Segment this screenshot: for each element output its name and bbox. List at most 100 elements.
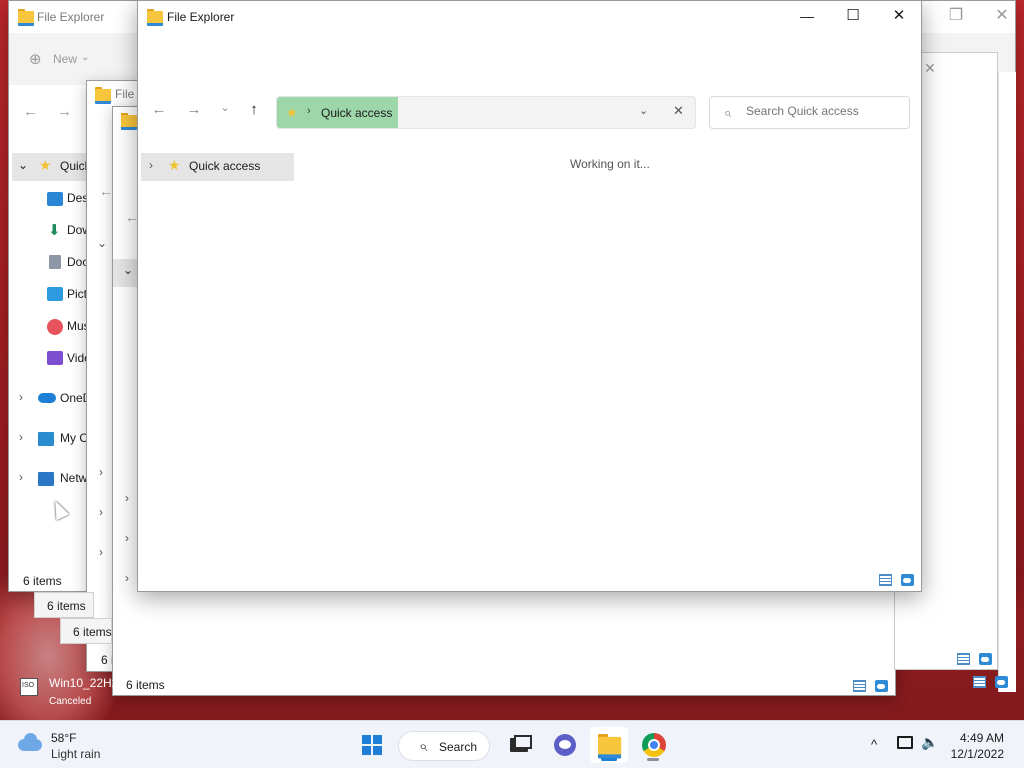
running-indicator	[647, 758, 659, 761]
address-dropdown-button[interactable]: ⌄	[639, 104, 648, 117]
address-clear-button[interactable]: ✕	[673, 103, 684, 119]
new-button[interactable]: New	[53, 52, 77, 66]
chevron-right-icon[interactable]: ›	[125, 491, 129, 505]
details-view-icon[interactable]	[879, 574, 892, 586]
windows-logo-icon	[362, 735, 382, 755]
restore-button[interactable]: ❐	[933, 1, 979, 33]
task-view-icon	[510, 735, 532, 752]
desktop-icon	[47, 192, 63, 206]
folder-icon	[121, 113, 137, 130]
teams-chat-button[interactable]	[545, 727, 583, 763]
desktop-shortcut-iso[interactable]: Win10_22H2 Canceled	[12, 670, 122, 712]
minimize-button[interactable]: —	[784, 1, 830, 33]
star-icon: ★	[39, 157, 52, 173]
recent-locations-button[interactable]: ⌄	[215, 101, 235, 114]
chevron-right-icon[interactable]: ›	[19, 390, 23, 404]
forward-button[interactable]: →	[57, 103, 72, 120]
chevron-down-icon[interactable]: ⌄	[123, 263, 133, 277]
new-icon: ⊕	[29, 51, 42, 68]
folder-icon	[95, 87, 111, 104]
status-item-count: 6 items	[47, 599, 86, 613]
command-bar	[138, 33, 921, 85]
star-icon: ★	[286, 105, 298, 120]
tree-item-quick-access[interactable]: Quick access	[189, 159, 260, 173]
tiles-view-icon[interactable]	[875, 680, 888, 692]
window-title: File Explorer	[167, 10, 235, 24]
file-explorer-window[interactable]: File Explorer — ☐ ✕ ← → ⌄ ↑ ★ › Quick ac…	[137, 0, 922, 592]
window-edge	[973, 72, 1016, 692]
search-box[interactable]: ⌕	[709, 96, 910, 129]
tree-item-this-pc[interactable]: My C	[60, 431, 88, 445]
back-button[interactable]: ←	[23, 103, 38, 120]
back-button[interactable]: ←	[99, 183, 113, 199]
show-hidden-icons-button[interactable]: ^	[871, 737, 877, 752]
status-item-count: 6 items	[126, 678, 165, 692]
chevron-down-icon: ⌄	[81, 52, 90, 63]
close-button[interactable]: ✕	[876, 1, 921, 33]
download-status: Canceled	[49, 696, 92, 707]
forward-button[interactable]: →	[184, 101, 204, 118]
tiles-view-icon[interactable]	[995, 676, 1008, 688]
chrome-icon	[642, 733, 666, 757]
folder-icon	[18, 9, 34, 26]
stacked-window-edge: 6 items	[60, 618, 112, 644]
details-view-icon[interactable]	[973, 676, 986, 688]
chevron-right-icon[interactable]: ›	[19, 470, 23, 484]
chat-icon	[554, 734, 576, 756]
taskbar-file-explorer[interactable]	[590, 727, 628, 763]
music-icon	[47, 319, 63, 335]
folder-icon	[147, 9, 163, 26]
search-input[interactable]	[746, 104, 896, 118]
weather-condition: Light rain	[51, 747, 101, 761]
status-item-count: 6 items	[73, 625, 112, 639]
weather-temp: 58°F	[51, 731, 77, 745]
maximize-button[interactable]: ☐	[830, 1, 876, 33]
title-bar[interactable]: File Explorer — ☐ ✕	[138, 1, 921, 33]
back-button[interactable]: ←	[149, 101, 169, 118]
breadcrumb-separator: ›	[307, 105, 311, 117]
pictures-icon	[47, 287, 63, 301]
network-icon[interactable]	[897, 736, 913, 749]
chevron-right-icon[interactable]: ›	[99, 545, 103, 559]
running-indicator	[601, 758, 617, 761]
chevron-down-icon[interactable]: ⌄	[18, 158, 28, 172]
volume-icon[interactable]: 🔈	[921, 734, 938, 751]
tiles-view-icon[interactable]	[979, 653, 992, 665]
documents-icon	[49, 255, 61, 269]
search-icon: ⌕	[724, 105, 732, 120]
close-button[interactable]: ✕	[979, 1, 1015, 33]
chevron-right-icon[interactable]: ›	[99, 505, 103, 519]
chevron-right-icon[interactable]: ›	[99, 465, 103, 479]
address-bar[interactable]: ★ › Quick access ⌄ ✕	[276, 96, 696, 129]
details-view-icon[interactable]	[853, 680, 866, 692]
weather-widget[interactable]: 58°F Light rain	[0, 721, 130, 768]
stacked-window-edge: 6 items	[34, 592, 94, 618]
clock-time: 4:49 AM	[959, 731, 1004, 745]
taskbar: 58°F Light rain ⌕ Search ^ 🔈 4:49 AM 12/…	[0, 720, 1024, 768]
system-clock[interactable]: 4:49 AM 12/1/2022	[951, 730, 1004, 762]
details-view-icon[interactable]	[957, 653, 970, 665]
chevron-right-icon[interactable]: ›	[149, 158, 153, 172]
tiles-view-icon[interactable]	[901, 574, 914, 586]
search-icon: ⌕	[419, 738, 428, 755]
clock-date: 12/1/2022	[950, 747, 1004, 761]
chevron-right-icon[interactable]: ›	[19, 430, 23, 444]
download-icon: ⬇	[48, 222, 61, 239]
this-pc-icon	[38, 432, 54, 446]
file-name: Win10_22H2	[49, 676, 119, 690]
chevron-right-icon[interactable]: ›	[125, 571, 129, 585]
taskbar-chrome[interactable]	[634, 727, 672, 763]
rain-cloud-icon	[18, 733, 44, 751]
up-button[interactable]: ↑	[244, 101, 264, 118]
chevron-right-icon[interactable]: ›	[125, 531, 129, 545]
task-view-button[interactable]	[500, 727, 538, 763]
address-segment-quick-access[interactable]: ★ › Quick access	[277, 97, 398, 128]
videos-icon	[47, 351, 63, 365]
onedrive-icon	[38, 393, 56, 403]
start-button[interactable]	[352, 727, 390, 763]
status-item-count: 6 items	[23, 574, 62, 588]
window-title: File Explorer	[37, 10, 105, 24]
taskbar-search-button[interactable]: ⌕ Search	[398, 731, 490, 761]
loading-status: Working on it...	[570, 157, 650, 171]
chevron-down-icon[interactable]: ⌄	[97, 236, 107, 250]
